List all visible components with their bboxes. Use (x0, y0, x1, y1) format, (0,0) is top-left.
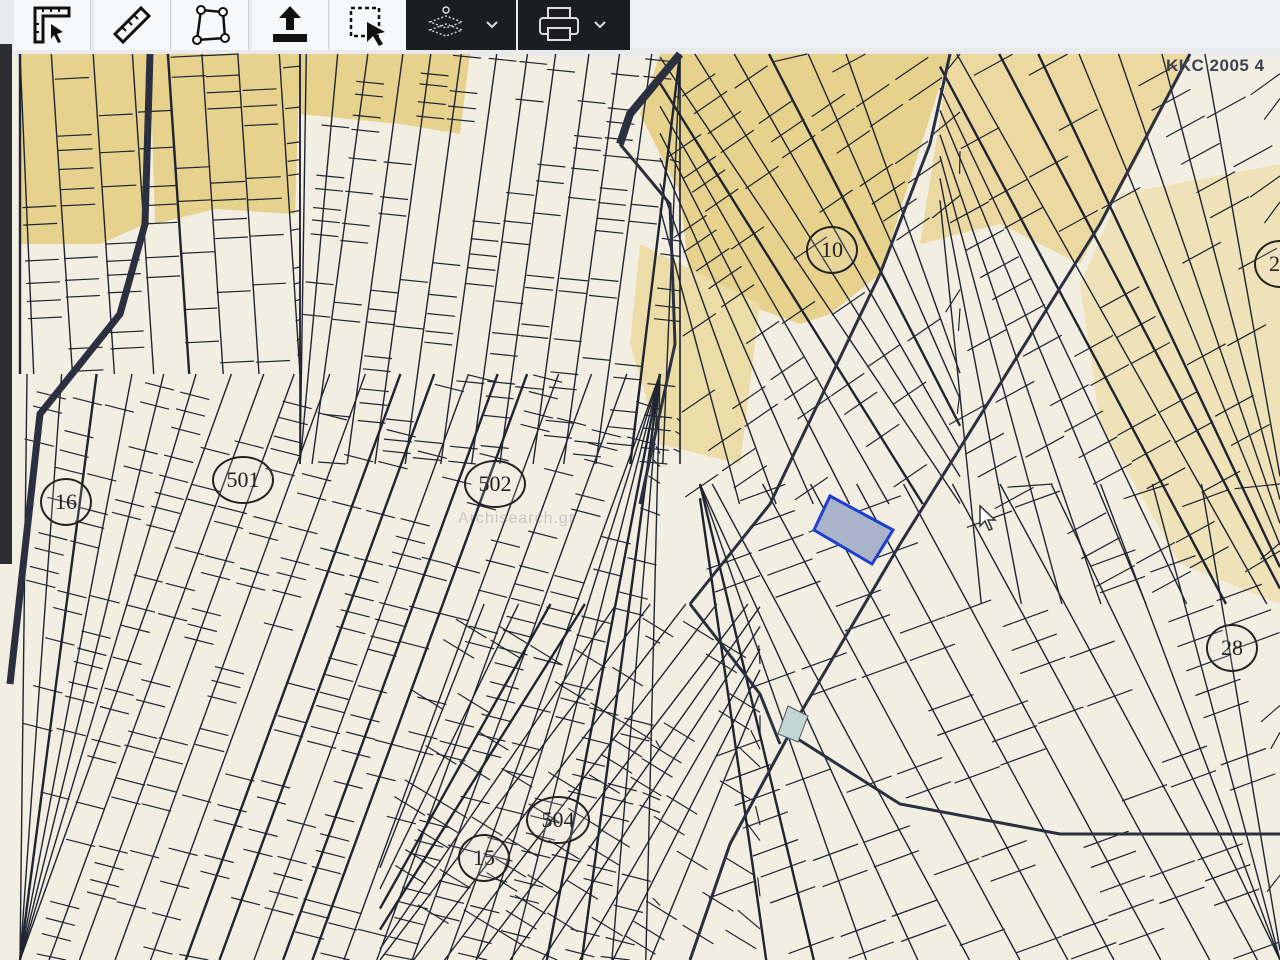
ruler-corner-tool-button[interactable] (14, 0, 91, 50)
polygon-area-tool-button[interactable] (172, 0, 249, 50)
zone-label-504: 504 (526, 796, 590, 844)
upload-icon (273, 6, 307, 42)
selected-parcel[interactable] (812, 493, 896, 567)
measure-ruler-tool-button[interactable] (94, 0, 171, 50)
polygon-area-icon (192, 5, 230, 45)
zone-label-16: 16 (40, 478, 92, 526)
sheet-label: KKC 2005 4 (1166, 56, 1265, 75)
zone-label-502: 502 (464, 460, 526, 508)
layers-icon (427, 6, 465, 37)
layers-dropdown[interactable] (406, 0, 516, 50)
chevron-down-icon (594, 21, 606, 29)
watermark: Archisearch.gr (458, 510, 576, 527)
print-dropdown[interactable] (518, 0, 630, 50)
zone-label-15: 15 (458, 834, 510, 882)
zone-label-10: 10 (806, 226, 858, 274)
toolbar-background (630, 0, 1280, 48)
select-region-tool-button[interactable] (330, 0, 407, 50)
select-region-icon (349, 6, 385, 46)
parcel-map-canvas[interactable] (0, 44, 1280, 960)
zone-label-501: 501 (212, 456, 274, 504)
print-icon (539, 7, 579, 41)
mouse-pointer-icon (979, 504, 997, 531)
chevron-down-icon (486, 21, 498, 29)
measure-ruler-icon (112, 5, 152, 45)
cadastral-map[interactable]: KKC 2005 4 Archisearch.gr 10 16 501 502 … (0, 44, 1280, 960)
ruler-corner-icon (33, 6, 71, 44)
left-edge-panel (0, 44, 12, 564)
upload-tool-button[interactable] (252, 0, 329, 50)
zone-label-28: 28 (1206, 624, 1258, 672)
